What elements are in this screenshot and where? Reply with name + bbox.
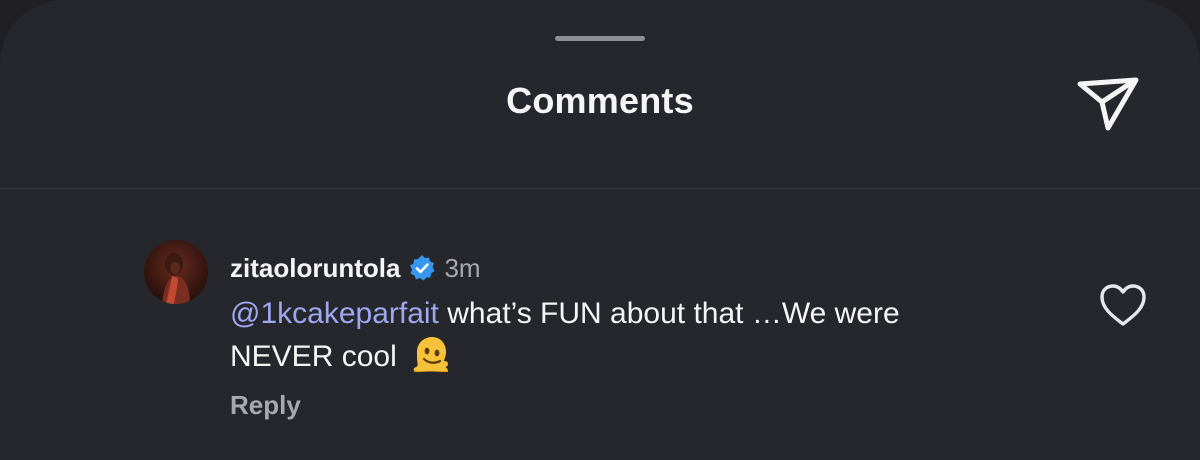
timestamp: 3m — [444, 252, 481, 283]
comment-text-line1: what’s FUN about that …We were — [438, 297, 900, 330]
mention-link[interactable]: @1kcakeparfait — [230, 297, 439, 330]
page-title: Comments — [506, 80, 694, 121]
share-button[interactable] — [1072, 70, 1144, 134]
verified-badge-icon — [410, 255, 435, 281]
comment-body: @1kcakeparfait what’s FUN about that …We… — [230, 294, 1030, 377]
comment-header: zitaoloruntola 3m — [230, 250, 481, 286]
profile-photo — [144, 240, 208, 304]
comments-sheet: Comments zitaoloruntola 3m @1kcakeparfai… — [0, 0, 1200, 460]
comment-text-line2: NEVER cool — [230, 340, 397, 373]
comment-item: zitaoloruntola 3m @1kcakeparfait what’s … — [0, 240, 1200, 440]
like-button[interactable] — [1098, 282, 1148, 328]
avatar[interactable] — [144, 240, 208, 304]
username[interactable]: zitaoloruntola — [230, 253, 400, 284]
send-icon — [1077, 77, 1139, 131]
drag-handle[interactable] — [555, 36, 645, 41]
melting-face-emoji-icon — [413, 337, 449, 372]
heart-icon — [1100, 284, 1146, 326]
reply-button[interactable]: Reply — [230, 390, 301, 421]
header-divider — [0, 188, 1200, 189]
